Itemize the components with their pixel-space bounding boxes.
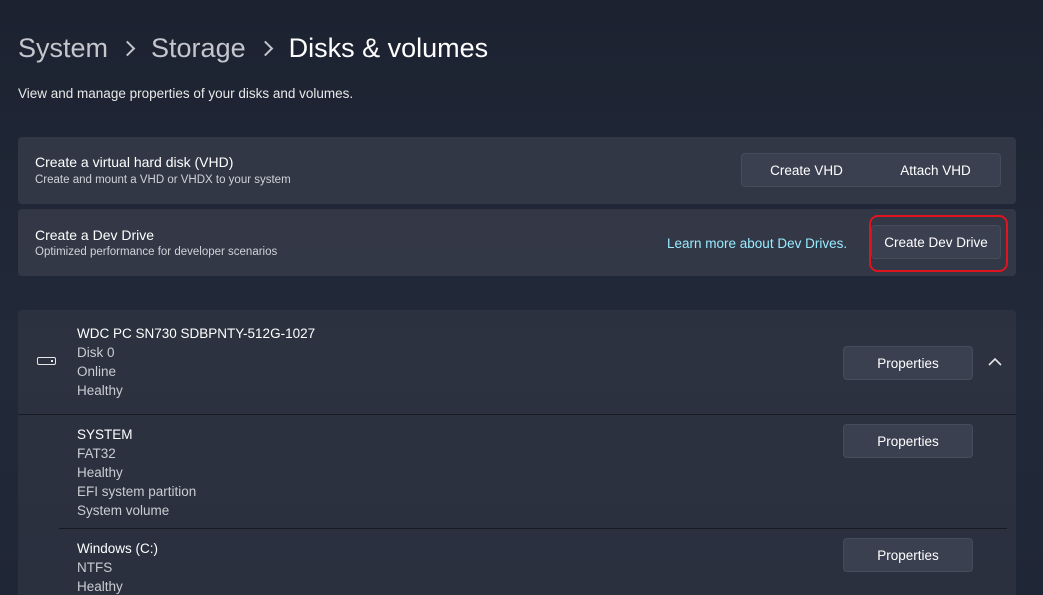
disk-name: WDC PC SN730 SDBPNTY-512G-1027 — [77, 326, 316, 341]
disk-properties-button[interactable]: Properties — [843, 346, 973, 380]
disk-divider — [18, 414, 1016, 415]
attach-vhd-button[interactable]: Attach VHD — [871, 154, 1000, 186]
volume-name: SYSTEM — [77, 427, 133, 442]
chevron-right-icon — [119, 40, 136, 56]
volume-health: Healthy — [77, 465, 123, 480]
volume-filesystem: NTFS — [77, 560, 113, 575]
dev-drive-card: Create a Dev Drive Optimized performance… — [18, 209, 1016, 276]
hard-drive-icon — [37, 357, 56, 365]
page-title: Disks & volumes — [288, 33, 489, 63]
vhd-card-title: Create a virtual hard disk (VHD) — [35, 154, 234, 170]
vhd-card-description: Create and mount a VHD or VHDX to your s… — [35, 174, 291, 186]
chevron-right-icon — [257, 40, 273, 56]
dev-drive-card-title: Create a Dev Drive — [35, 227, 155, 243]
volume-role: System volume — [77, 503, 170, 518]
disk-panel: WDC PC SN730 SDBPNTY-512G-1027 Disk 0 On… — [18, 310, 1016, 595]
breadcrumb-system[interactable]: System — [18, 28, 108, 68]
learn-more-dev-drives-link[interactable]: Learn more about Dev Drives. — [667, 236, 847, 251]
system-volume-properties-button[interactable]: Properties — [843, 424, 973, 458]
vhd-button-group: Create VHD Attach VHD — [741, 153, 1001, 187]
volume-divider — [59, 528, 1007, 529]
page-subtitle: View and manage properties of your disks… — [18, 86, 354, 101]
windows-volume-properties-button[interactable]: Properties — [843, 538, 973, 572]
vhd-card: Create a virtual hard disk (VHD) Create … — [18, 137, 1016, 204]
create-dev-drive-button[interactable]: Create Dev Drive — [871, 225, 1001, 259]
volume-health: Healthy — [77, 579, 123, 594]
chevron-up-icon[interactable] — [987, 354, 1003, 370]
volume-name: Windows (C:) — [77, 541, 159, 556]
disk-number: Disk 0 — [77, 345, 115, 360]
volume-filesystem: FAT32 — [77, 446, 116, 461]
create-vhd-button[interactable]: Create VHD — [742, 154, 871, 186]
disk-health: Healthy — [77, 383, 123, 398]
breadcrumb: System Storage Disks & volumes — [18, 28, 488, 68]
disk-status: Online — [77, 364, 117, 379]
volume-type: EFI system partition — [77, 484, 197, 499]
dev-drive-card-description: Optimized performance for developer scen… — [35, 246, 278, 258]
breadcrumb-storage[interactable]: Storage — [151, 28, 246, 68]
